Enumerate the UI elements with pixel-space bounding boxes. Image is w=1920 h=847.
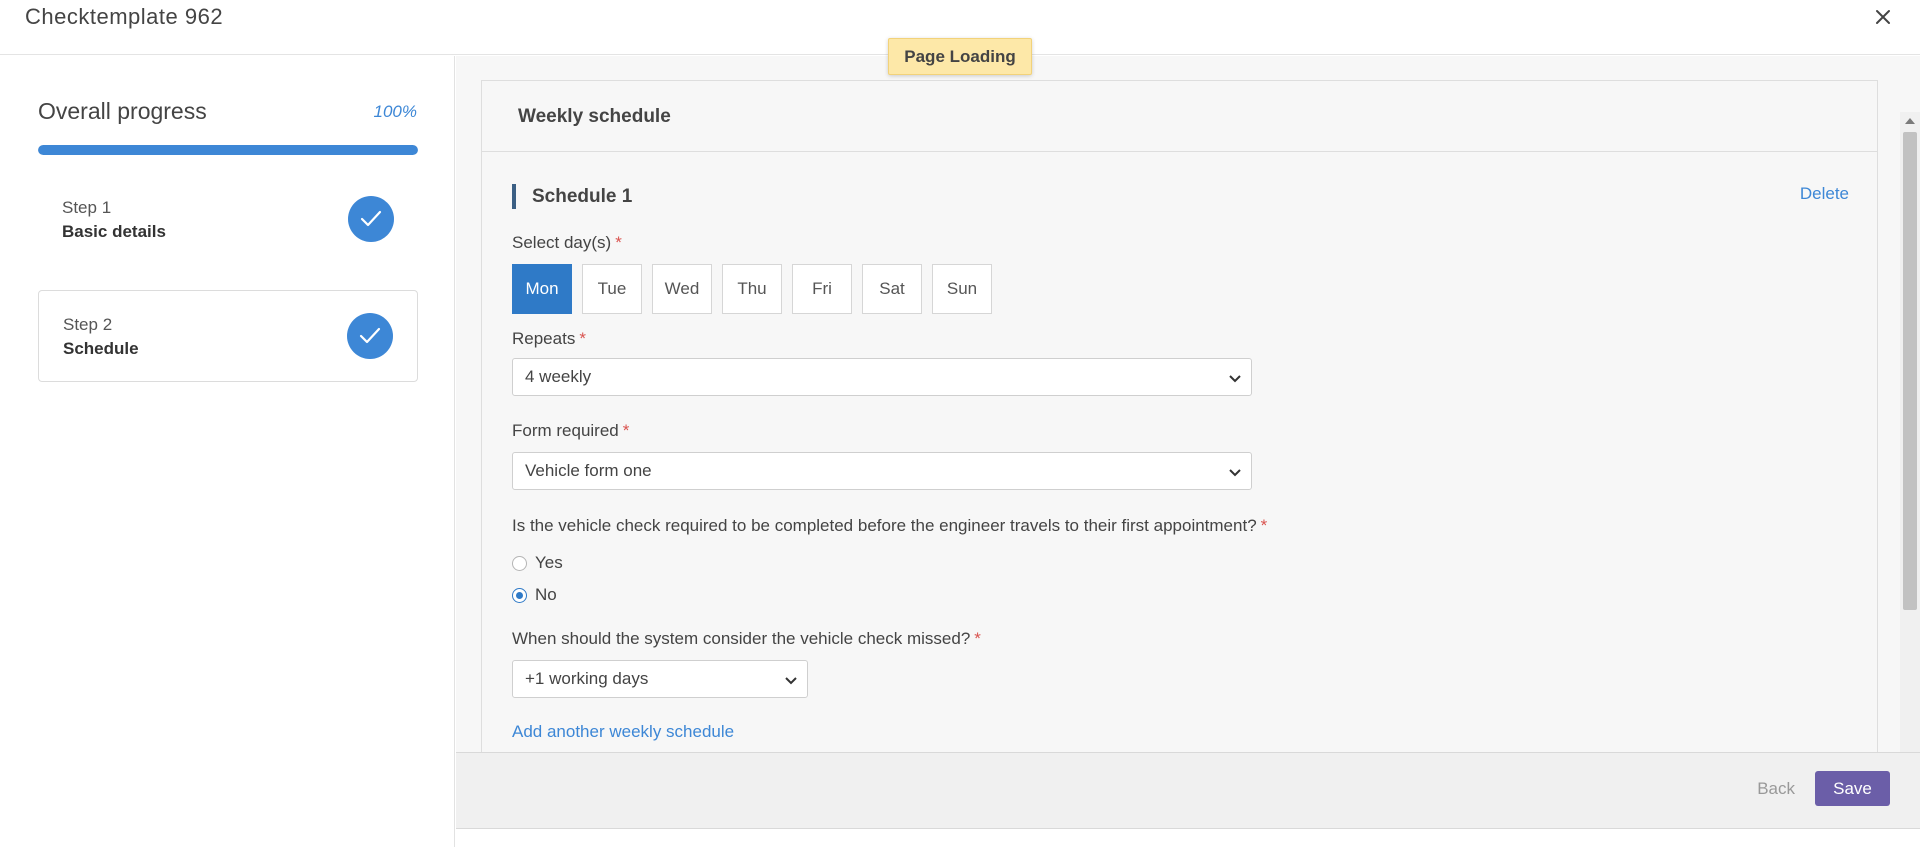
step-basic-details[interactable]: Step 1 Basic details [38,174,418,266]
travel-question-text: Is the vehicle check required to be comp… [512,516,1257,535]
page-loading-badge: Page Loading [888,38,1032,75]
days-label-text: Select day(s) [512,233,612,252]
day-wed-button[interactable]: Wed [652,264,712,314]
day-sat-button[interactable]: Sat [862,264,922,314]
delete-schedule-link[interactable]: Delete [1800,184,1849,204]
repeats-select[interactable]: 4 weekly [512,358,1252,396]
radio-no[interactable] [512,587,527,603]
add-weekly-schedule-link[interactable]: Add another weekly schedule [512,722,734,742]
form-label-text: Form required [512,421,619,440]
repeats-value: 4 weekly [525,367,592,386]
days-label: Select day(s) * [512,233,622,253]
repeats-label-text: Repeats [512,329,576,348]
panel-title: Weekly schedule [482,81,1877,152]
day-mon-button[interactable]: Mon [512,264,572,314]
scroll-up-arrow-icon[interactable] [1905,118,1915,124]
chevron-down-icon [1229,469,1241,477]
progress-bar [38,145,418,155]
travel-question-label: Is the vehicle check required to be comp… [512,516,1267,536]
radio-yes-label: Yes [535,553,563,572]
missed-value: +1 working days [525,669,649,688]
weekly-schedule-panel: Weekly schedule Schedule 1 Delete Select… [481,80,1878,760]
modal-title: Checktemplate 962 [25,4,224,29]
day-thu-button[interactable]: Thu [722,264,782,314]
progress-label: Overall progress [38,98,207,124]
day-sun-button[interactable]: Sun [932,264,992,314]
missed-select[interactable]: +1 working days [512,660,808,698]
close-icon[interactable] [1868,2,1898,32]
main-content: Weekly schedule Schedule 1 Delete Select… [456,56,1920,808]
form-required-select[interactable]: Vehicle form one [512,452,1252,490]
check-icon [347,313,393,359]
scroll-thumb[interactable] [1903,132,1917,610]
step-name: Schedule [63,339,139,358]
step-number: Step 2 [63,315,113,334]
form-value: Vehicle form one [525,461,652,480]
save-button[interactable]: Save [1815,771,1890,806]
step-name: Basic details [62,222,166,241]
progress-sidebar: Overall progress 100% Step 1 Basic detai… [0,56,455,847]
radio-yes[interactable] [512,555,527,571]
required-marker: * [1260,516,1268,535]
progress-bar-fill [38,145,418,155]
missed-question-text: When should the system consider the vehi… [512,629,971,648]
repeats-label: Repeats * [512,329,586,349]
chevron-down-icon [1229,375,1241,383]
day-fri-button[interactable]: Fri [792,264,852,314]
schedule-title: Schedule 1 [512,184,632,209]
vertical-scrollbar[interactable] [1900,112,1920,808]
back-button[interactable]: Back [1757,779,1795,799]
check-icon [348,196,394,242]
step-number: Step 1 [62,198,112,217]
required-marker: * [622,421,630,440]
step-schedule[interactable]: Step 2 Schedule [38,290,418,382]
required-marker: * [579,329,586,348]
progress-percent: 100% [373,102,417,121]
day-tue-button[interactable]: Tue [582,264,642,314]
day-selector: Mon Tue Wed Thu Fri Sat Sun [512,264,992,314]
travel-option-yes[interactable]: Yes [512,553,563,573]
radio-no-label: No [535,585,557,604]
travel-option-no[interactable]: No [512,585,557,605]
required-marker: * [615,233,622,252]
modal-footer: Back Save [456,752,1920,829]
required-marker: * [974,629,981,648]
chevron-down-icon [785,677,797,685]
missed-question-label: When should the system consider the vehi… [512,629,981,649]
form-required-label: Form required * [512,421,629,441]
